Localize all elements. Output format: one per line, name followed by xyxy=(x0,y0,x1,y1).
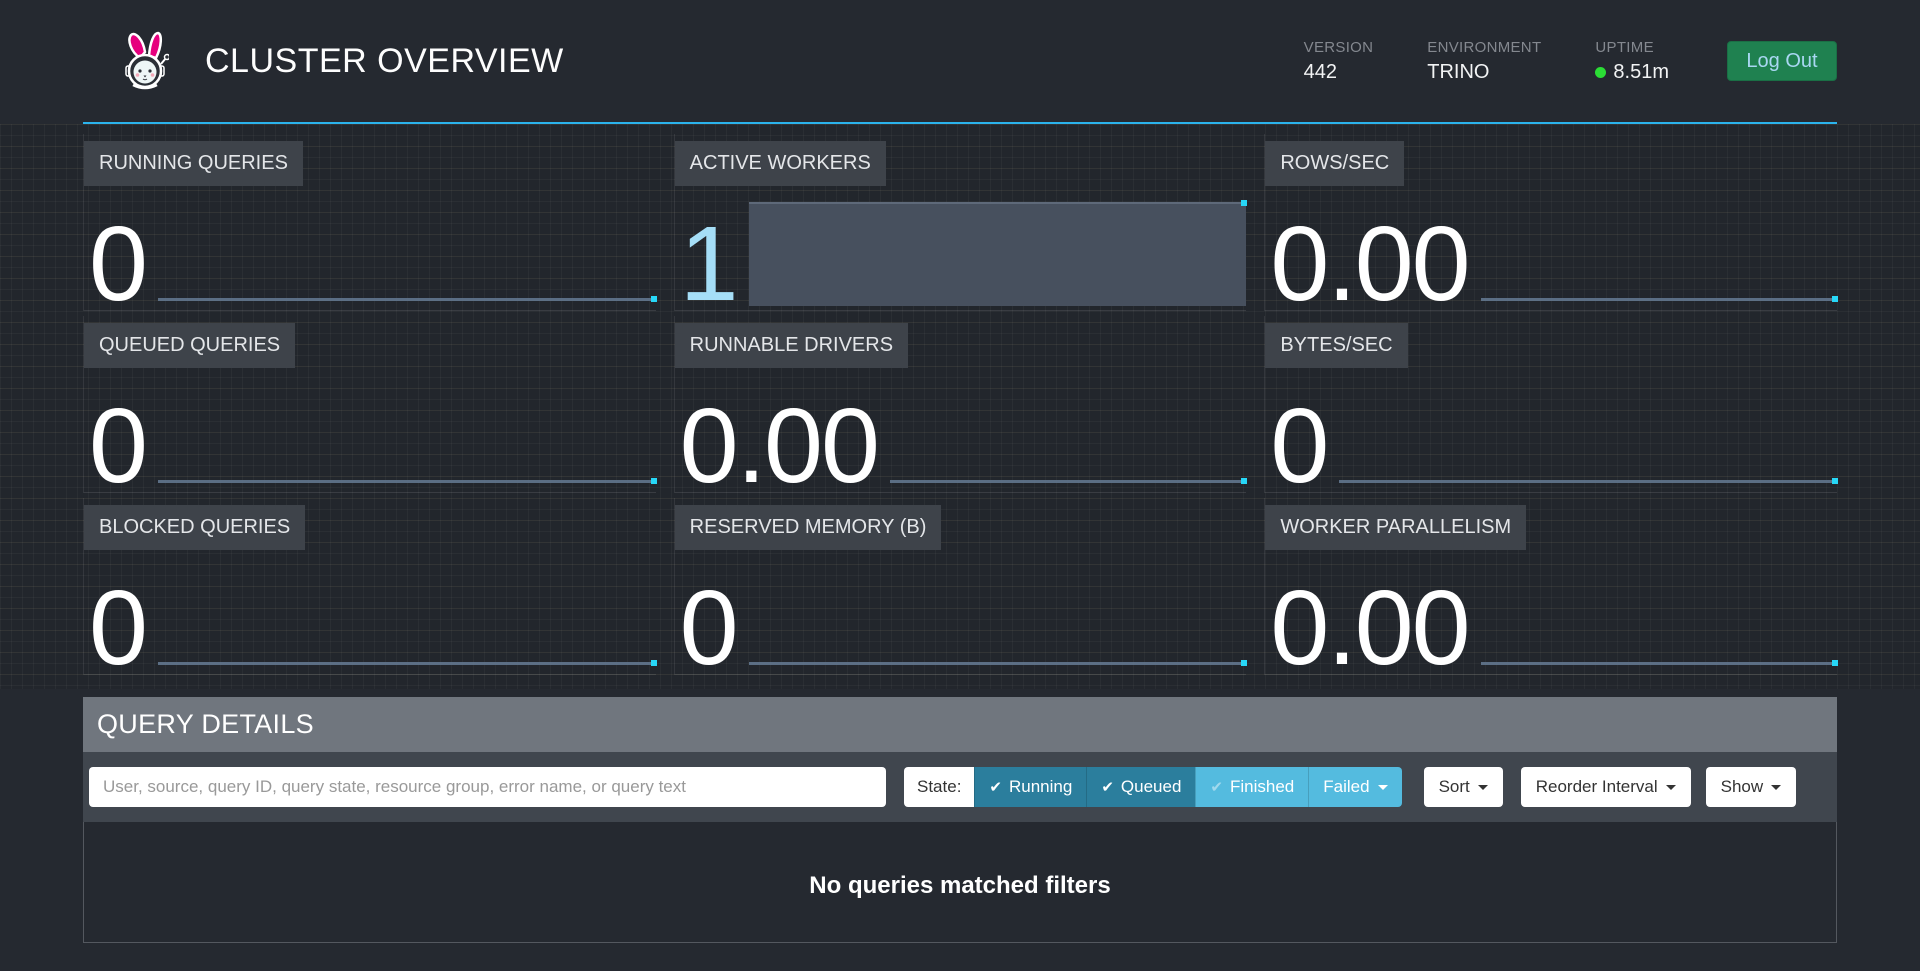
state-filter-failed-dropdown[interactable]: Failed xyxy=(1308,767,1401,807)
sparkline-endpoint-dot xyxy=(1832,478,1838,484)
sparkline-endpoint-dot xyxy=(651,478,657,484)
sparkline-endpoint-dot xyxy=(1832,660,1838,666)
tile-queued-queries: QUEUED QUERIES 0 xyxy=(83,316,656,493)
check-icon: ✔ xyxy=(1210,778,1223,796)
cluster-metrics-panel: RUNNING QUERIES 0 ACTIVE WORKERS 1 xyxy=(0,124,1920,689)
state-filter-group: State: ✔ Running ✔ Queued ✔ Finished Fai… xyxy=(904,767,1402,807)
sparkline-endpoint-dot xyxy=(1241,200,1247,206)
state-filter-finished[interactable]: ✔ Finished xyxy=(1195,767,1308,807)
sparkline-chart xyxy=(1481,186,1837,306)
version-value: 442 xyxy=(1304,61,1374,84)
sparkline-endpoint-dot xyxy=(651,660,657,666)
query-filter-toolbar: State: ✔ Running ✔ Queued ✔ Finished Fai… xyxy=(83,752,1837,822)
query-details-header: QUERY DETAILS xyxy=(83,697,1837,752)
environment-label: ENVIRONMENT xyxy=(1427,39,1541,56)
app-header: CLUSTER OVERVIEW VERSION 442 ENVIRONMENT… xyxy=(0,0,1920,122)
sparkline-endpoint-dot xyxy=(651,296,657,302)
query-details-title: QUERY DETAILS xyxy=(97,709,314,740)
sparkline-chart xyxy=(158,186,656,306)
sparkline-endpoint-dot xyxy=(1832,296,1838,302)
meta-environment: ENVIRONMENT TRINO xyxy=(1427,39,1541,84)
header-meta: VERSION 442 ENVIRONMENT TRINO UPTIME 8.5… xyxy=(1304,39,1837,84)
show-dropdown-button[interactable]: Show xyxy=(1706,767,1797,807)
tile-label: QUEUED QUERIES xyxy=(84,323,295,368)
uptime-value: 8.51m xyxy=(1613,61,1669,84)
meta-version: VERSION 442 xyxy=(1304,39,1374,84)
tile-active-workers: ACTIVE WORKERS 1 xyxy=(674,134,1247,311)
uptime-label: UPTIME xyxy=(1595,39,1669,56)
tile-value: 0.00 xyxy=(1270,586,1468,670)
empty-queries-message: No queries matched filters xyxy=(809,872,1110,942)
sparkline-chart xyxy=(890,368,1246,488)
tile-label: ROWS/SEC xyxy=(1265,141,1404,186)
sparkline-chart xyxy=(158,368,656,488)
sparkline-endpoint-dot xyxy=(1241,660,1247,666)
area-chart xyxy=(749,186,1247,306)
active-workers-link[interactable]: 1 xyxy=(680,222,737,306)
uptime-status-dot-icon xyxy=(1595,67,1606,78)
caret-down-icon xyxy=(1378,785,1388,790)
uptime-value-row: 8.51m xyxy=(1595,61,1669,84)
tile-label: BLOCKED QUERIES xyxy=(84,505,305,550)
tile-grid: RUNNING QUERIES 0 ACTIVE WORKERS 1 xyxy=(83,134,1837,675)
sort-dropdown-button[interactable]: Sort xyxy=(1424,767,1503,807)
state-filter-running[interactable]: ✔ Running xyxy=(974,767,1086,807)
environment-value: TRINO xyxy=(1427,61,1541,84)
check-icon: ✔ xyxy=(1101,778,1114,796)
check-icon: ✔ xyxy=(989,778,1002,796)
sparkline-chart xyxy=(1481,550,1837,670)
tile-value: 0 xyxy=(89,586,146,670)
tile-blocked-queries: BLOCKED QUERIES 0 xyxy=(83,498,656,675)
tile-label: RUNNABLE DRIVERS xyxy=(675,323,908,368)
tile-label: RUNNING QUERIES xyxy=(84,141,303,186)
tile-value: 0.00 xyxy=(680,404,878,488)
sparkline-chart xyxy=(749,550,1247,670)
tile-runnable-drivers: RUNNABLE DRIVERS 0.00 xyxy=(674,316,1247,493)
tile-value: 0 xyxy=(89,404,146,488)
sparkline-chart xyxy=(1339,368,1837,488)
caret-down-icon xyxy=(1666,785,1676,790)
tile-value: 0 xyxy=(680,586,737,670)
tile-label: WORKER PARALLELISM xyxy=(1265,505,1526,550)
tile-reserved-memory: RESERVED MEMORY (B) 0 xyxy=(674,498,1247,675)
meta-uptime: UPTIME 8.51m xyxy=(1595,39,1669,84)
query-search-input[interactable] xyxy=(89,767,886,807)
version-label: VERSION xyxy=(1304,39,1374,56)
tile-label: RESERVED MEMORY (B) xyxy=(675,505,942,550)
tile-value: 0 xyxy=(1270,404,1327,488)
logout-button[interactable]: Log Out xyxy=(1727,41,1837,81)
tile-bytes-per-sec: BYTES/SEC 0 xyxy=(1264,316,1837,493)
sparkline-endpoint-dot xyxy=(1241,478,1247,484)
tile-label: BYTES/SEC xyxy=(1265,323,1407,368)
tile-worker-parallelism: WORKER PARALLELISM 0.00 xyxy=(1264,498,1837,675)
tile-value: 0 xyxy=(89,222,146,306)
query-list-area: No queries matched filters xyxy=(83,822,1837,943)
page-title: CLUSTER OVERVIEW xyxy=(205,42,564,81)
caret-down-icon xyxy=(1771,785,1781,790)
tile-running-queries: RUNNING QUERIES 0 xyxy=(83,134,656,311)
tile-rows-per-sec: ROWS/SEC 0.00 xyxy=(1264,134,1837,311)
sparkline-chart xyxy=(158,550,656,670)
state-filter-queued[interactable]: ✔ Queued xyxy=(1086,767,1195,807)
state-filter-label: State: xyxy=(904,767,974,807)
tile-value: 0.00 xyxy=(1270,222,1468,306)
query-details-section: QUERY DETAILS State: ✔ Running ✔ Queued … xyxy=(83,697,1837,943)
tile-label: ACTIVE WORKERS xyxy=(675,141,886,186)
reorder-interval-dropdown-button[interactable]: Reorder Interval xyxy=(1521,767,1691,807)
trino-bunny-logo xyxy=(123,30,169,92)
caret-down-icon xyxy=(1478,785,1488,790)
